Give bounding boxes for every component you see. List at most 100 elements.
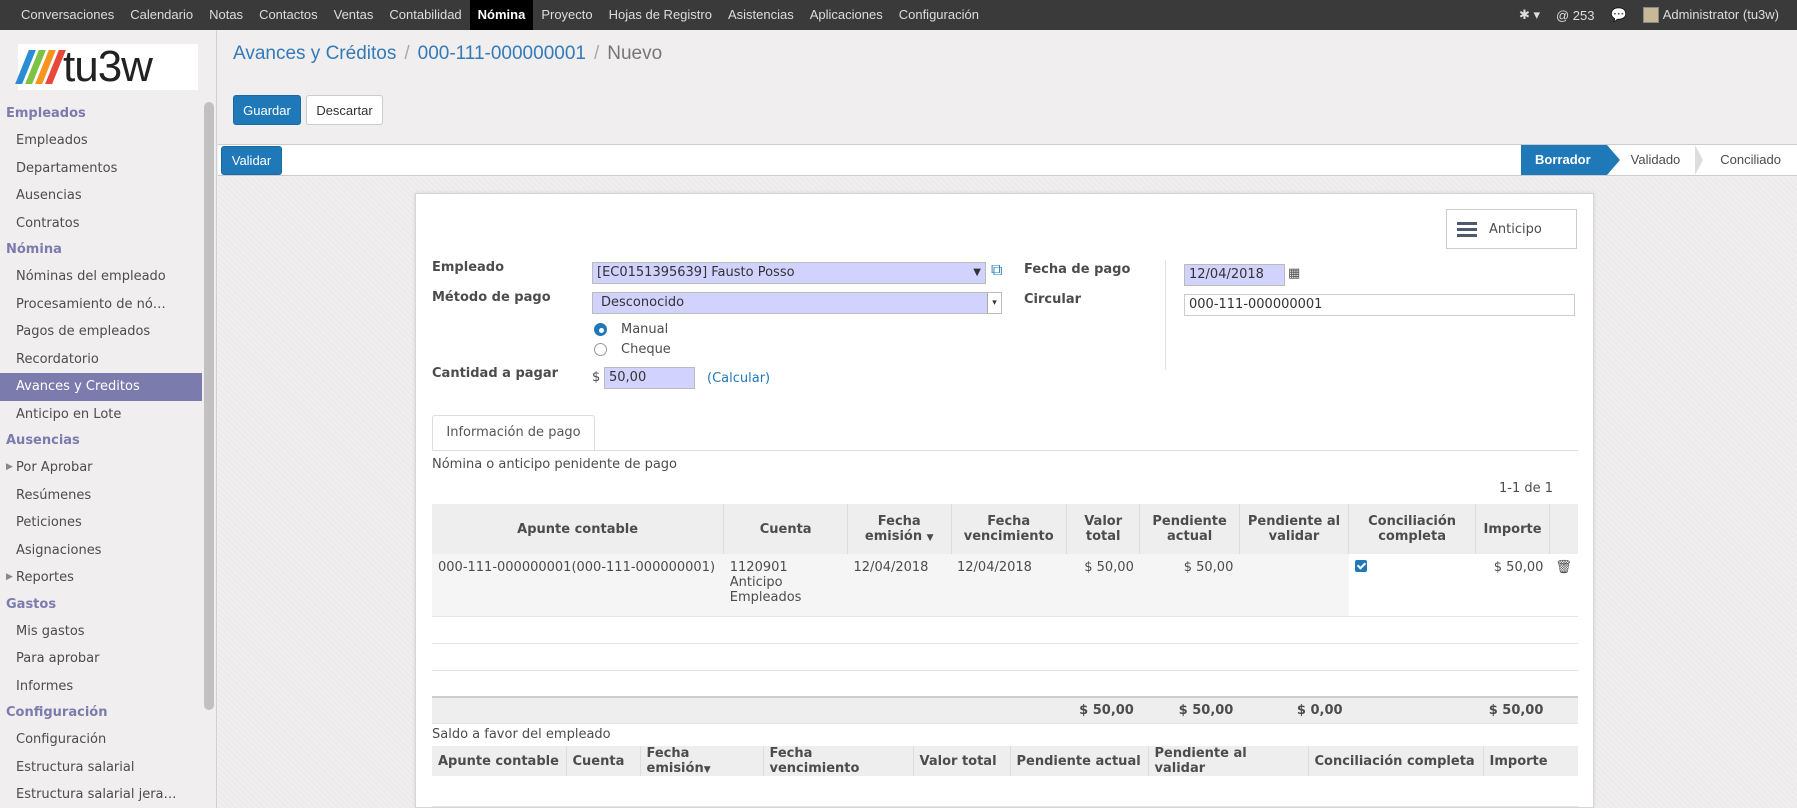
total-spacer: [432, 696, 724, 724]
col-conciliacion[interactable]: Conciliación completa: [1348, 504, 1476, 554]
save-button[interactable]: Guardar: [233, 95, 301, 125]
menu-conversaciones[interactable]: Conversaciones: [13, 0, 122, 30]
col-pendiente-actual[interactable]: Pendiente actual: [1139, 504, 1240, 554]
sidebar-item-avances-creditos[interactable]: Avances y Creditos: [0, 373, 202, 401]
col-conciliacion[interactable]: Conciliación completa: [1307, 746, 1483, 776]
employee-field[interactable]: [EC0151395639] Fausto Posso ▼: [592, 262, 986, 284]
user-menu[interactable]: Administrator (tu3w): [1642, 7, 1779, 24]
dropdown-caret-icon[interactable]: ▼: [973, 263, 981, 283]
checkbox-conciliacion[interactable]: [1354, 560, 1367, 572]
table-row[interactable]: 000-111-000000001(000-111-000000001) 112…: [432, 554, 1578, 617]
payment-method-select[interactable]: Desconocido ▾: [592, 292, 1002, 314]
external-link-icon[interactable]: ⧉: [991, 260, 1002, 280]
col-fecha-vencimiento[interactable]: Fecha vencimiento: [762, 746, 913, 776]
col-importe[interactable]: Importe: [1475, 504, 1550, 554]
sidebar-item-estructura-jerarquica[interactable]: Estructura salarial jera…: [0, 781, 202, 808]
menu-configuracion[interactable]: Configuración: [891, 0, 987, 30]
menu-hojas-de-registro[interactable]: Hojas de Registro: [601, 0, 720, 30]
caret-right-icon: ▶: [6, 462, 13, 472]
balance-section-title: Saldo a favor del empleado: [432, 727, 611, 742]
bug-icon[interactable]: ✱ ▾: [1519, 7, 1540, 23]
sidebar-scrollbar[interactable]: [204, 102, 214, 710]
table-row-empty: [432, 616, 1578, 644]
sidebar-item-asignaciones[interactable]: Asignaciones: [0, 537, 202, 565]
sidebar-item-departamentos[interactable]: Departamentos: [0, 155, 202, 183]
pager[interactable]: 1-1 de 1: [1499, 481, 1553, 496]
table-header-row: Apunte contable Cuenta Fecha emisión ▼ F…: [432, 504, 1578, 554]
employee-value: [EC0151395639] Fausto Posso: [597, 265, 795, 280]
col-cuenta[interactable]: Cuenta: [723, 504, 848, 554]
col-cuenta[interactable]: Cuenta: [565, 746, 640, 776]
col-apunte[interactable]: Apunte contable: [432, 504, 724, 554]
breadcrumb-record[interactable]: 000-111-000000001: [418, 43, 586, 64]
col-pendiente-validar[interactable]: Pendiente al validar: [1147, 746, 1308, 776]
sidebar-item-procesamiento[interactable]: Procesamiento de nó…: [0, 291, 202, 319]
menu-contactos[interactable]: Contactos: [251, 0, 326, 30]
sidebar-item-pagos-empleados[interactable]: Pagos de empleados: [0, 318, 202, 346]
stage-validado[interactable]: Validado: [1607, 145, 1703, 175]
col-valor-total[interactable]: Valor total: [1065, 504, 1140, 554]
stage-borrador[interactable]: Borrador: [1521, 145, 1620, 175]
anticipo-smart-button[interactable]: Anticipo: [1446, 209, 1577, 249]
sidebar-item-ausencias[interactable]: Ausencias: [0, 182, 202, 210]
table-row-empty: [432, 670, 1578, 698]
cell-emision: 12/04/2018: [847, 554, 951, 617]
radio-cheque-icon[interactable]: [594, 343, 607, 356]
menu-contabilidad[interactable]: Contabilidad: [381, 0, 469, 30]
payment-date-input[interactable]: 12/04/2018: [1184, 264, 1285, 286]
col-valor-total[interactable]: Valor total: [912, 746, 1010, 776]
sidebar-item-para-aprobar[interactable]: Para aprobar: [0, 645, 202, 673]
radio-cheque-label: Cheque: [621, 342, 671, 357]
menu-proyecto[interactable]: Proyecto: [533, 0, 600, 30]
sidebar-item-mis-gastos[interactable]: Mis gastos: [0, 618, 202, 646]
sidebar-item-recordatorio[interactable]: Recordatorio: [0, 346, 202, 374]
sidebar-item-reportes[interactable]: ▶ Reportes: [0, 564, 202, 592]
sidebar-item-estructura-salarial[interactable]: Estructura salarial: [0, 754, 202, 782]
calculate-link[interactable]: (Calcular): [707, 371, 770, 386]
select-arrow-icon[interactable]: ▾: [987, 293, 1001, 313]
balance-table: Apunte contable Cuenta Fecha emisión▼ Fe…: [432, 746, 1578, 807]
sidebar-item-resumenes[interactable]: Resúmenes: [0, 482, 202, 510]
total-pendiente-validar: $ 0,00: [1239, 696, 1349, 724]
breadcrumb-current: Nuevo: [607, 43, 663, 64]
menu-calendario[interactable]: Calendario: [122, 0, 201, 30]
sidebar-item-anticipo-lote[interactable]: Anticipo en Lote: [0, 401, 202, 429]
menu-asistencias[interactable]: Asistencias: [720, 0, 802, 30]
sidebar-item-contratos[interactable]: Contratos: [0, 210, 202, 238]
sidebar-item-por-aprobar[interactable]: ▶ Por Aprobar: [0, 454, 202, 482]
trash-icon[interactable]: 🗑: [1555, 560, 1572, 575]
sidebar-item-empleados[interactable]: Empleados: [0, 127, 202, 155]
cell-pendiente: $ 50,00: [1139, 554, 1240, 617]
col-pendiente-validar[interactable]: Pendiente al validar: [1238, 504, 1349, 554]
sidebar-item-informes[interactable]: Informes: [0, 673, 202, 701]
sidebar-item-configuracion[interactable]: Configuración: [0, 726, 202, 754]
payment-date-label: Fecha de pago: [1024, 262, 1131, 277]
menu-notas[interactable]: Notas: [201, 0, 251, 30]
col-pendiente-actual[interactable]: Pendiente actual: [1009, 746, 1148, 776]
breadcrumb-parent[interactable]: Avances y Créditos: [233, 43, 396, 64]
sidebar-item-peticiones[interactable]: Peticiones: [0, 509, 202, 537]
calendar-icon[interactable]: ▦: [1288, 266, 1300, 281]
col-fecha-emision[interactable]: Fecha emisión▼: [639, 746, 763, 776]
circular-input[interactable]: 000-111-000000001: [1184, 294, 1575, 316]
total-valor: $ 50,00: [1066, 696, 1140, 724]
menu-ventas[interactable]: Ventas: [326, 0, 382, 30]
col-fecha-emision-label: Fecha emisión: [864, 514, 923, 544]
menu-aplicaciones[interactable]: Aplicaciones: [802, 0, 891, 30]
col-fecha-emision[interactable]: Fecha emisión ▼: [847, 504, 951, 554]
chat-icon[interactable]: 💬: [1611, 7, 1627, 23]
radio-cheque[interactable]: Cheque: [594, 342, 671, 357]
col-apunte[interactable]: Apunte contable: [432, 746, 566, 776]
mentions-counter[interactable]: @ 253: [1556, 8, 1595, 23]
radio-manual[interactable]: Manual: [594, 322, 668, 337]
col-fecha-vencimiento[interactable]: Fecha vencimiento: [950, 504, 1067, 554]
tab-informacion-pago[interactable]: Información de pago: [432, 415, 595, 451]
discard-button[interactable]: Descartar: [306, 95, 383, 125]
validate-button[interactable]: Validar: [221, 146, 282, 175]
sidebar-item-nominas-empleado[interactable]: Nóminas del empleado: [0, 263, 202, 291]
col-importe[interactable]: Importe: [1482, 746, 1578, 776]
menu-nomina[interactable]: Nómina: [469, 0, 534, 30]
radio-manual-icon[interactable]: [594, 323, 607, 336]
stage-conciliado[interactable]: Conciliado: [1696, 145, 1797, 175]
amount-input[interactable]: 50,00: [604, 367, 695, 389]
